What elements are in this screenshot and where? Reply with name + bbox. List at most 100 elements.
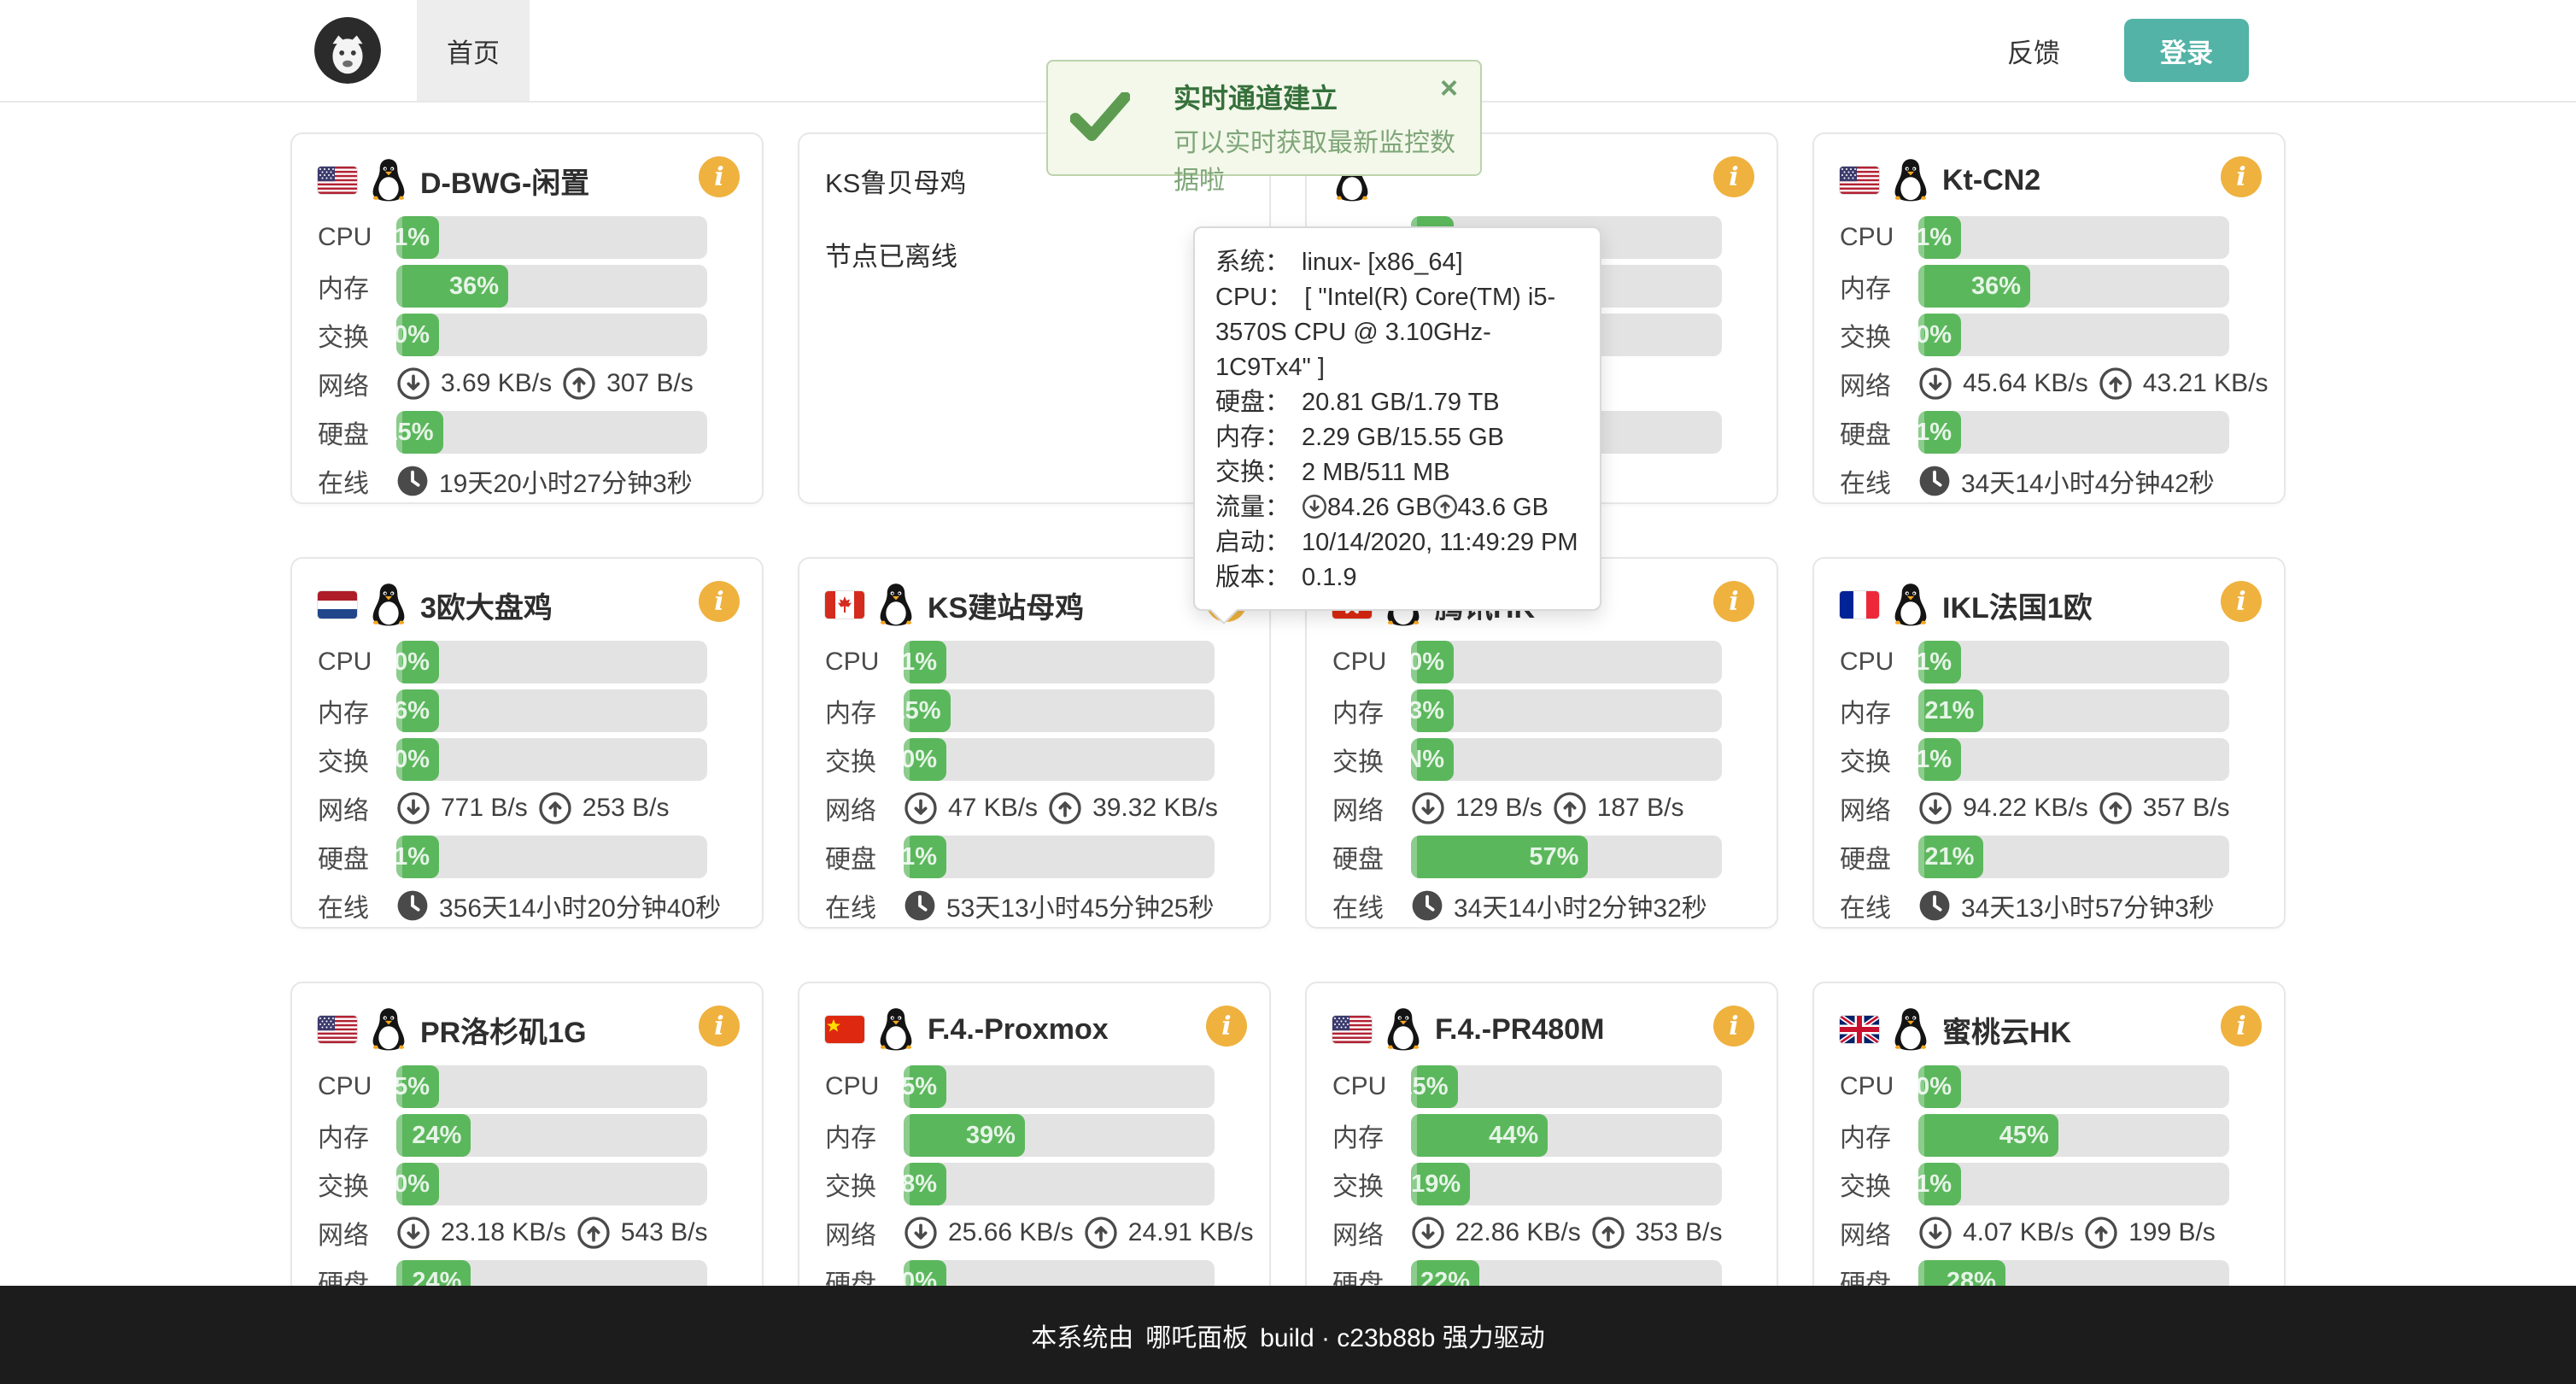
swap-label: 交换 [1840,1165,1918,1203]
online-row: 在线 53天13小时45分钟25秒 [825,884,1215,927]
cpu-progress-bar: 0% [1918,1065,1961,1108]
info-icon[interactable]: i [699,156,740,197]
download-arrow-icon [1918,367,1952,401]
disk-percent-value: 11% [1918,419,1961,447]
disk-percent-value: 1% [904,843,946,871]
memory-label: 内存 [1840,1117,1918,1154]
info-icon[interactable]: i [1206,1006,1247,1047]
cpu-progress-bar: 15% [1411,1065,1458,1108]
tooltip-value-memory: 2.29 GB/15.55 GB [1302,424,1504,451]
cpu-percent-value: 5% [396,1073,439,1101]
tooltip-row-boot: 启动：10/14/2020, 11:49:29 PM [1215,525,1579,560]
swap-progress-track: 1% [1918,738,2229,781]
memory-progress-track: 45% [1918,1114,2229,1157]
memory-percent-value: 15% [904,697,951,725]
tooltip-label-version: 版本： [1215,564,1290,591]
toast-message: 可以实时获取最新监控数据啦 [1174,121,1480,196]
network-label: 网络 [1840,365,1918,402]
tooltip-row-memory: 内存：2.29 GB/15.55 GB [1215,420,1579,455]
memory-row: 内存 6% [318,689,707,732]
server-card: IKL法国1欧 i CPU 1% 内存 21% 交换 1% [1812,557,2286,929]
country-flag-icon-ca [825,591,864,619]
success-check-icon [1070,92,1130,142]
toast-close-icon[interactable]: × [1440,70,1458,106]
country-flag-icon-us [318,167,357,194]
tab-home[interactable]: 首页 [417,0,530,101]
tooltip-label-traffic: 流量： [1215,494,1290,521]
online-label: 在线 [1840,462,1918,500]
disk-progress-bar: 11% [1918,411,1961,454]
upload-arrow-icon [538,791,572,825]
info-icon[interactable]: i [1713,156,1754,197]
uptime-value: 53天13小时45分钟25秒 [946,887,1214,924]
info-icon[interactable]: i [1713,581,1754,622]
server-card-header: F.4.-Proxmox [825,1006,1192,1053]
tooltip-traffic-down: 84.26 GB [1327,494,1432,521]
swap-label: 交换 [1840,316,1918,354]
network-row: 网络 129 B/s 187 B/s [1332,787,1722,830]
nav-feedback-label: 反馈 [2007,32,2060,70]
memory-label: 内存 [825,692,904,730]
network-row: 网络 23.18 KB/s 543 B/s [318,1211,707,1254]
country-flag-icon-us [1332,1016,1372,1043]
info-icon[interactable]: i [2221,581,2262,622]
network-label: 网络 [825,1214,904,1252]
nav-feedback-link[interactable]: 反馈 [2007,0,2060,101]
download-arrow-icon [1918,791,1952,825]
footer: 本系统由 哪吒面板 build · c23b88b 强力驱动 [0,1286,2576,1384]
disk-percent-value: 57% [1529,843,1588,871]
network-row: 网络 45.64 KB/s 43.21 KB/s [1840,362,2229,405]
info-icon[interactable]: i [1713,1006,1754,1047]
swap-progress-track: 19% [1411,1163,1722,1205]
tooltip-row-disk: 硬盘：20.81 GB/1.79 TB [1215,385,1579,420]
disk-row: 硬盘 11% [1840,411,2229,454]
site-logo-avatar[interactable] [314,17,381,84]
swap-percent-value: 0% [396,1170,439,1199]
disk-percent-value: 1% [396,843,439,871]
info-icon[interactable]: i [2221,1006,2262,1047]
network-label: 网络 [1840,1214,1918,1252]
memory-percent-value: 24% [412,1122,471,1150]
cpu-progress-bar: 1% [904,641,946,683]
clock-icon [1918,465,1951,497]
online-row: 在线 34天14小时2分钟32秒 [1332,884,1722,927]
login-button[interactable]: 登录 [2124,19,2249,82]
cpu-progress-bar: 5% [904,1065,946,1108]
info-icon[interactable]: i [2221,156,2262,197]
disk-progress-track: 11% [1918,411,2229,454]
footer-text-prefix: 本系统由 [1031,1317,1133,1354]
disk-label: 硬盘 [1840,413,1918,451]
server-name: PR洛杉矶1G [420,1009,587,1051]
clock-icon [396,465,429,497]
swap-label: 交换 [825,741,904,778]
info-icon[interactable]: i [699,1006,740,1047]
network-row: 网络 771 B/s 253 B/s [318,787,707,830]
network-download-value: 4.07 KB/s [1963,1218,2074,1247]
cpu-progress-bar: 0% [1411,641,1454,683]
upload-arrow-icon [1591,1216,1625,1250]
memory-row: 内存 36% [318,265,707,308]
swap-progress-bar: 0% [396,314,439,356]
memory-percent-value: 39% [966,1122,1025,1150]
tooltip-row-cpu: CPU：[ "Intel(R) Core(TM) i5-3570S CPU @ … [1215,280,1579,385]
network-row: 网络 47 KB/s 39.32 KB/s [825,787,1215,830]
upload-arrow-icon [562,367,596,401]
memory-row: 内存 45% [1840,1114,2229,1157]
network-label: 网络 [825,789,904,827]
disk-label: 硬盘 [825,838,904,876]
swap-progress-bar: 1% [1918,738,1961,781]
cpu-progress-track: 0% [1918,1065,2229,1108]
tooltip-label-swap: 交换： [1215,459,1290,486]
traffic-upload-icon [1432,494,1458,519]
download-arrow-icon [396,1216,430,1250]
network-label: 网络 [318,1214,396,1252]
disk-label: 硬盘 [1840,838,1918,876]
footer-text-suffix: build · c23b88b 强力驱动 [1260,1317,1545,1354]
swap-progress-bar: NaN% [1411,738,1454,781]
disk-progress-track: 1% [396,836,707,878]
info-icon[interactable]: i [699,581,740,622]
memory-label: 内存 [1332,1117,1411,1154]
swap-percent-value: NaN% [1411,746,1454,774]
memory-percent-value: 45% [1999,1122,2058,1150]
footer-nezha-link[interactable]: 哪吒面板 [1145,1317,1248,1354]
